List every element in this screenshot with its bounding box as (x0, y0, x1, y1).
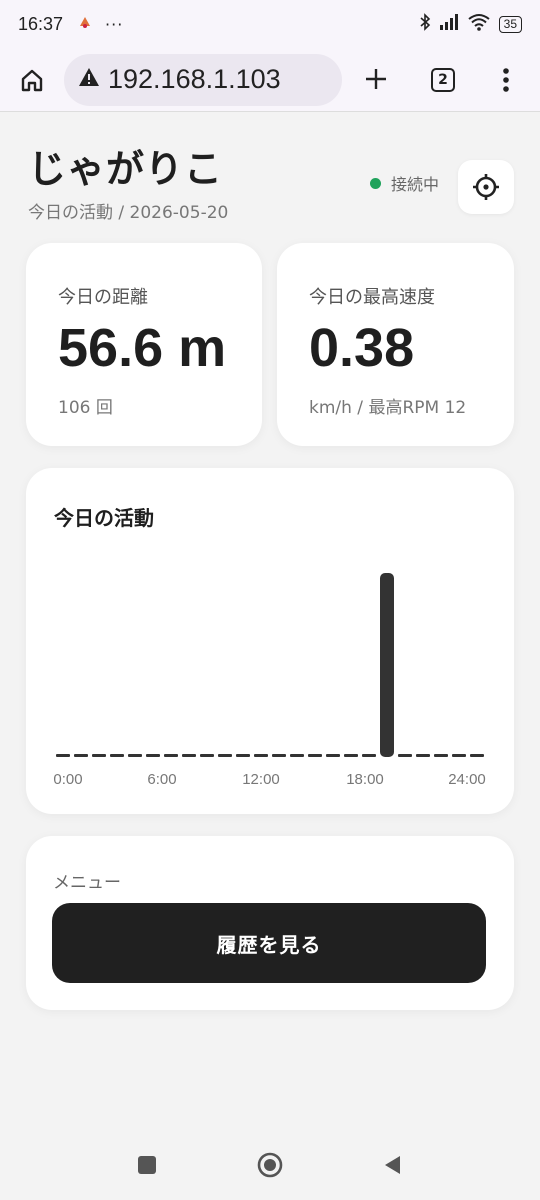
chart-bar-11 (254, 754, 268, 757)
new-tab-button[interactable] (342, 63, 410, 97)
more-notifications-icon: ··· (105, 14, 124, 34)
chart-bar-20 (416, 754, 430, 757)
chart-bar-18 (380, 573, 394, 757)
address-bar[interactable]: 192.168.1.103 (64, 53, 342, 106)
home-icon (21, 69, 43, 91)
distance-label: 今日の距離 (58, 287, 148, 308)
home-nav-button[interactable] (256, 1151, 284, 1179)
chart-bar-10 (236, 754, 250, 757)
chart-bar-17 (362, 754, 376, 757)
chart-bar-0 (56, 754, 70, 757)
clock: 16:37 (18, 13, 64, 34)
status-bar: 16:37 ··· 35 (0, 0, 540, 48)
kebab-menu-icon (503, 67, 509, 92)
menu-label: メニュー (53, 873, 121, 893)
chart-bar-1 (74, 754, 88, 757)
chart-bar-3 (110, 754, 124, 757)
chart-bar-14 (308, 754, 322, 757)
x-tick-label: 12:00 (242, 771, 280, 788)
status-dot-icon (370, 177, 381, 189)
chart-bar-22 (452, 754, 466, 757)
home-button[interactable] (0, 48, 64, 111)
speed-card: 今日の最高速度 0.38 km/h / 最高RPM 12 (277, 243, 514, 446)
bluetooth-icon (419, 13, 431, 35)
distance-card: 今日の距離 56.6 m 106 回 (26, 243, 262, 446)
settings-button[interactable] (458, 160, 514, 214)
signal-icon (439, 14, 459, 34)
chart-bar-12 (272, 754, 286, 757)
tab-switcher-button[interactable]: 2 (431, 67, 455, 92)
chart-bar-6 (164, 754, 178, 757)
wifi-icon (467, 13, 491, 35)
chart-bar-4 (128, 754, 142, 757)
chart-bar-13 (290, 754, 304, 757)
browser-toolbar: 192.168.1.103 2 (0, 48, 540, 112)
crosshair-gear-icon (473, 174, 499, 200)
activity-chart-card: 今日の活動 0:00 6:00 12:00 18:00 24:00 (26, 468, 514, 814)
page-title: じゃがりこ (28, 147, 224, 191)
status-icons: 35 (419, 13, 522, 35)
x-tick-label: 0:00 (53, 771, 82, 788)
notification-app-icon (77, 14, 93, 34)
chart-bar-23 (470, 754, 484, 757)
browser-menu-button[interactable] (476, 67, 536, 93)
chart-bar-8 (200, 754, 214, 757)
view-history-button[interactable]: 履歴を見る (52, 903, 486, 983)
menu-card: メニュー 履歴を見る (26, 836, 514, 1010)
page-subtitle: 今日の活動 / 2026-05-20 (28, 203, 229, 223)
chart-bar-16 (344, 754, 358, 757)
activity-bar-chart: 0:00 6:00 12:00 18:00 24:00 (53, 573, 486, 788)
warning-icon (78, 67, 100, 92)
chart-bar-7 (182, 754, 196, 757)
plus-icon (366, 68, 386, 89)
x-tick-label: 24:00 (448, 771, 486, 788)
chart-bar-5 (146, 754, 160, 757)
speed-unit-rpm: km/h / 最高RPM 12 (309, 398, 467, 418)
chart-bar-19 (398, 754, 412, 757)
connection-status-label: 接続中 (391, 175, 440, 194)
speed-label: 今日の最高速度 (309, 287, 435, 308)
distance-count: 106 回 (58, 398, 113, 418)
chart-bar-15 (326, 754, 340, 757)
system-navigation-bar (0, 1130, 540, 1200)
chart-bar-9 (218, 754, 232, 757)
distance-value: 56.6 m (58, 318, 227, 378)
battery-icon: 35 (498, 15, 522, 33)
recents-button[interactable] (136, 1154, 158, 1176)
x-tick-label: 6:00 (147, 771, 176, 788)
back-button[interactable] (382, 1154, 404, 1176)
connection-status: 接続中 (370, 171, 439, 195)
chart-bar-2 (92, 754, 106, 757)
url-text: 192.168.1.103 (108, 64, 281, 94)
x-tick-label: 18:00 (346, 771, 384, 788)
chart-bar-21 (434, 754, 448, 757)
speed-value: 0.38 (309, 318, 415, 378)
